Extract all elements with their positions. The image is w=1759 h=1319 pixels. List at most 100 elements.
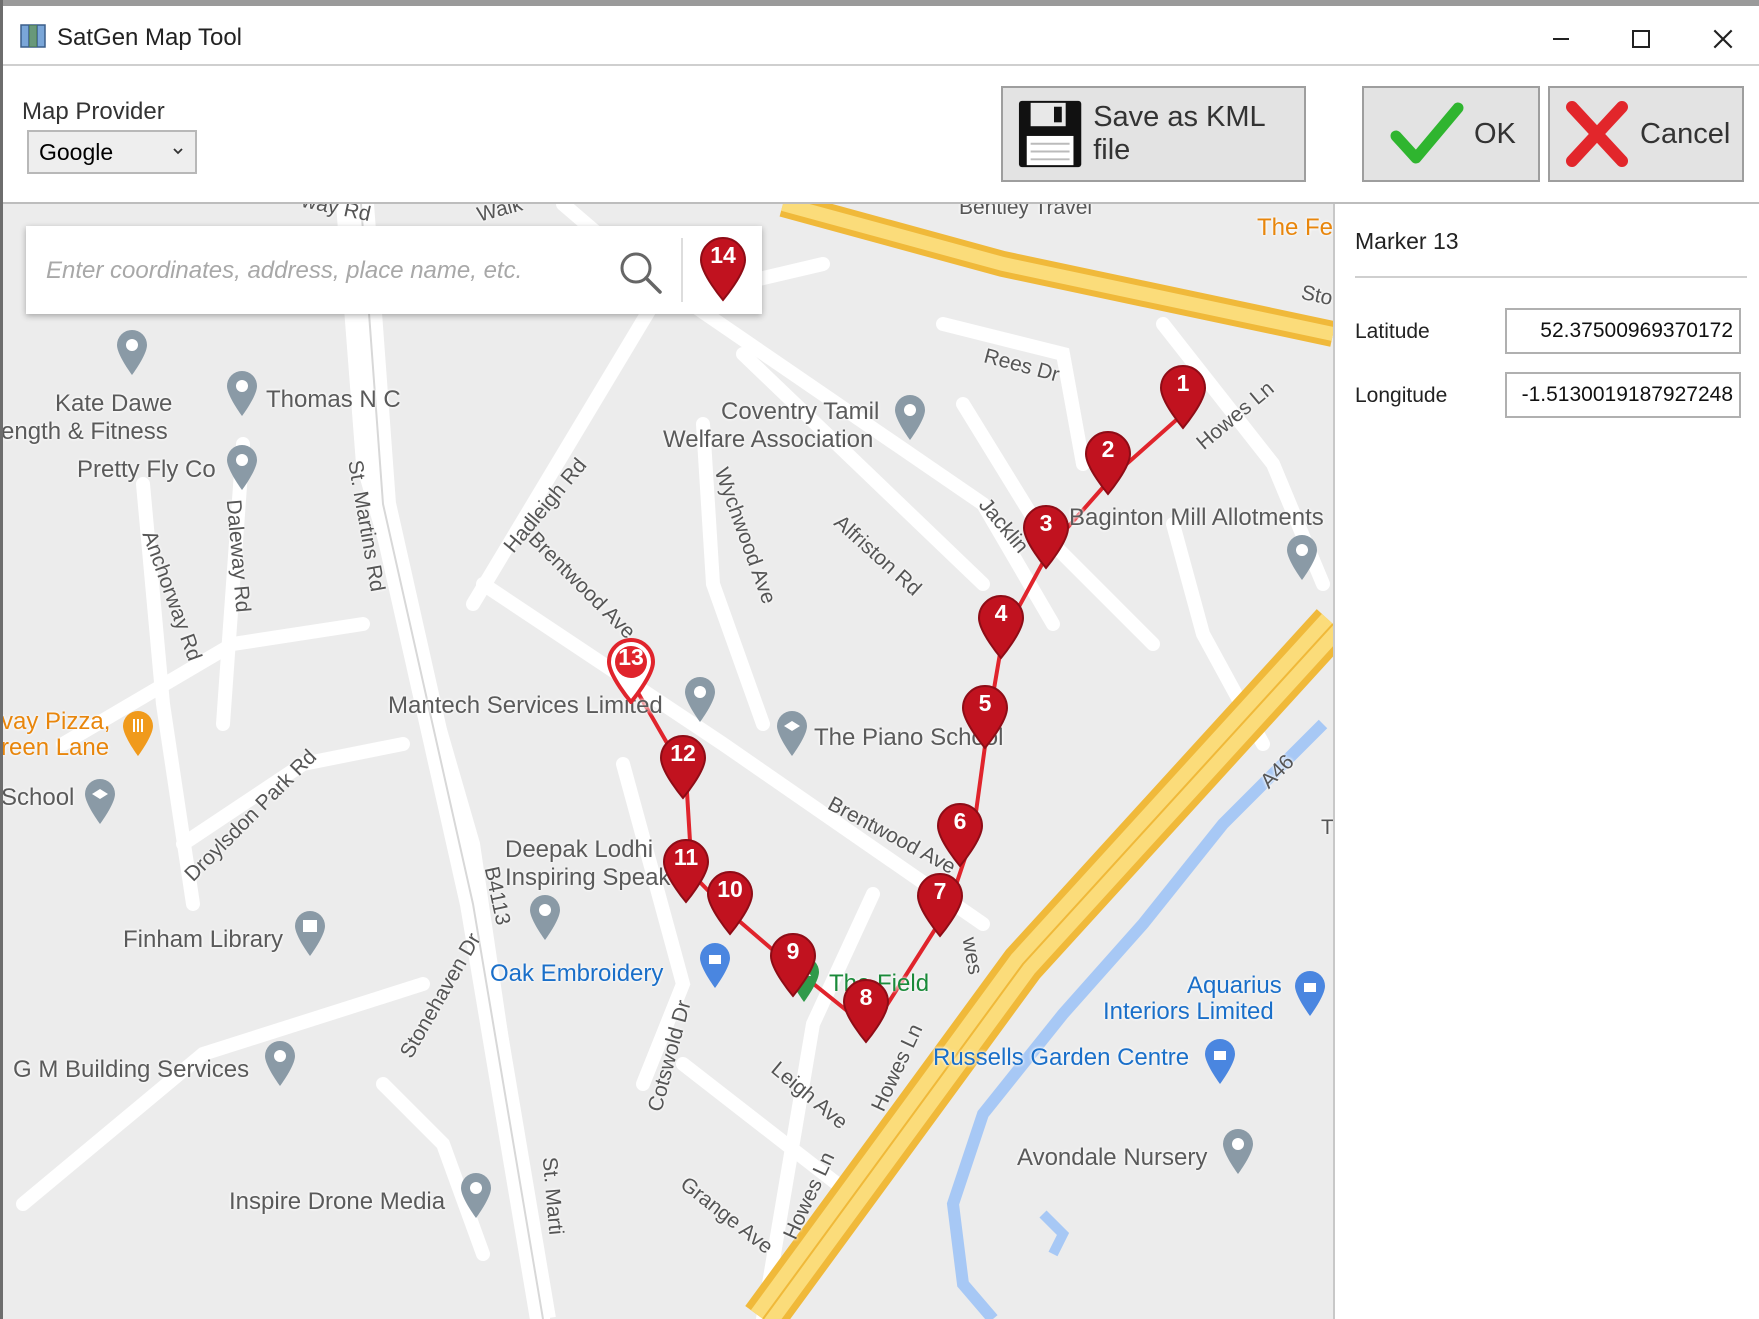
map-label-aquarius1: Aquarius — [1187, 972, 1282, 999]
ok-button[interactable]: OK — [1362, 86, 1540, 182]
latitude-label: Latitude — [1355, 320, 1430, 343]
place-pin-icon — [895, 395, 925, 440]
search-input[interactable] — [44, 248, 608, 294]
map-label-avondale: Avondale Nursery — [1017, 1144, 1208, 1171]
route-marker-2[interactable]: 2 — [1083, 430, 1133, 496]
search-bar: 14 — [26, 226, 762, 314]
marker-details-panel: Marker 13 Latitude Longitude — [1333, 204, 1759, 1319]
school-pin-icon — [777, 711, 807, 756]
place-pin-icon — [117, 330, 147, 375]
marker-number: 12 — [670, 740, 696, 766]
map-provider-label: Map Provider — [22, 98, 165, 125]
route-marker-6[interactable]: 6 — [935, 802, 985, 868]
app-window: SatGen Map Tool Map Provider Google Save — [0, 0, 1759, 1319]
marker-number: 4 — [994, 600, 1008, 626]
title-bar: SatGen Map Tool — [3, 0, 1759, 66]
route-marker-4[interactable]: 4 — [976, 594, 1026, 660]
map-label-pizza1: vay Pizza, — [3, 708, 111, 735]
marker-number: 7 — [933, 878, 947, 904]
chevron-down-icon — [173, 148, 183, 155]
marker-number: 5 — [978, 690, 992, 716]
route-marker-8[interactable]: 8 — [841, 978, 891, 1044]
place-pin-icon — [685, 677, 715, 722]
marker-number: 6 — [953, 808, 967, 834]
red-x-icon — [1566, 101, 1628, 167]
close-button[interactable] — [1685, 14, 1759, 64]
place-pin-icon — [227, 371, 257, 416]
map-label-fitness: ength & Fitness — [3, 418, 168, 445]
route-marker-7[interactable]: 7 — [915, 872, 965, 938]
route-marker-3[interactable]: 3 — [1021, 504, 1071, 570]
school-pin-icon — [85, 779, 115, 824]
map-label-finham: Finham Library — [123, 926, 284, 953]
marker-number: 3 — [1039, 510, 1053, 536]
map-label-gm: G M Building Services — [13, 1056, 250, 1083]
longitude-label: Longitude — [1355, 384, 1448, 407]
place-pin-icon — [461, 1173, 491, 1218]
minimize-button[interactable] — [1523, 14, 1599, 64]
map-view[interactable]: 14 Kate Dawe ength & Fitness Thomas N C … — [3, 204, 1333, 1319]
marker-number: 9 — [786, 938, 800, 964]
cancel-label: Cancel — [1640, 117, 1731, 150]
save-kml-button[interactable]: Save as KML file — [1001, 86, 1306, 182]
route-marker-13-selected[interactable]: 13 — [606, 638, 656, 706]
minimize-icon — [1553, 38, 1569, 40]
map-provider-value: Google — [39, 138, 114, 165]
route-marker-11[interactable]: 11 — [661, 838, 711, 904]
route-marker-5[interactable]: 5 — [960, 684, 1010, 750]
map-label-bentley: Bentley Travel — [959, 204, 1093, 219]
marker-number: 13 — [618, 644, 644, 670]
add-marker-number: 14 — [710, 242, 736, 268]
place-pin-icon — [1223, 1129, 1253, 1174]
route-marker-12[interactable]: 12 — [658, 734, 708, 800]
window-title: SatGen Map Tool — [57, 24, 243, 51]
route-marker-9[interactable]: 9 — [768, 932, 818, 998]
map-label-thefe: The Fe — [1257, 214, 1333, 241]
place-pin-icon — [265, 1041, 295, 1086]
shopping-pin-icon — [700, 943, 730, 988]
ok-label: OK — [1474, 117, 1516, 150]
marker-number: 11 — [673, 844, 699, 870]
map-label-t: T — [1321, 816, 1333, 839]
latitude-field[interactable] — [1505, 308, 1741, 354]
route-marker-10[interactable]: 10 — [705, 870, 755, 936]
maximize-icon — [1632, 30, 1650, 48]
map-label-oak: Oak Embroidery — [490, 960, 664, 987]
marker-details-title: Marker 13 — [1355, 228, 1459, 254]
map-label-tamil2: Welfare Association — [663, 426, 874, 453]
marker-number: 10 — [717, 876, 743, 902]
search-icon[interactable] — [616, 248, 664, 296]
shopping-pin-icon — [1295, 971, 1325, 1016]
floppy-disk-icon — [1018, 100, 1082, 168]
map-label-russells: Russells Garden Centre — [933, 1044, 1190, 1071]
place-pin-icon — [530, 895, 560, 940]
shopping-pin-icon — [1205, 1039, 1235, 1084]
longitude-field[interactable] — [1505, 372, 1741, 418]
checkmark-icon — [1390, 102, 1464, 164]
search-divider — [681, 238, 683, 302]
marker-number: 1 — [1176, 370, 1190, 396]
add-marker-pin-button[interactable]: 14 — [698, 236, 748, 302]
map-label-allotments: Baginton Mill Allotments — [1069, 504, 1324, 531]
map-label-aquarius2: Interiors Limited — [1103, 998, 1274, 1025]
map-label-prettyfly: Pretty Fly Co — [77, 456, 216, 483]
route-marker-1[interactable]: 1 — [1158, 364, 1208, 430]
map-label-inspire: Inspire Drone Media — [229, 1188, 446, 1215]
maximize-button[interactable] — [1603, 14, 1679, 64]
map-label-thomas: Thomas N C — [266, 386, 401, 413]
divider — [1355, 276, 1747, 278]
save-kml-label: Save as KML file — [1093, 101, 1265, 166]
map-label-school: School — [3, 784, 75, 811]
close-icon — [1713, 29, 1733, 49]
toolbar: Map Provider Google Save as KML file OK — [3, 66, 1759, 204]
cancel-button[interactable]: Cancel — [1548, 86, 1744, 182]
map-app-icon — [20, 24, 46, 48]
place-pin-icon — [1287, 535, 1317, 580]
library-pin-icon — [295, 911, 325, 956]
map-label-deepak1: Deepak Lodhi — [505, 836, 654, 863]
place-pin-icon — [227, 445, 257, 490]
map-label-pizza2: reen Lane — [3, 734, 110, 761]
map-provider-select[interactable]: Google — [27, 130, 197, 174]
map-label-kate: Kate Dawe — [55, 390, 173, 417]
marker-number: 8 — [859, 984, 873, 1010]
